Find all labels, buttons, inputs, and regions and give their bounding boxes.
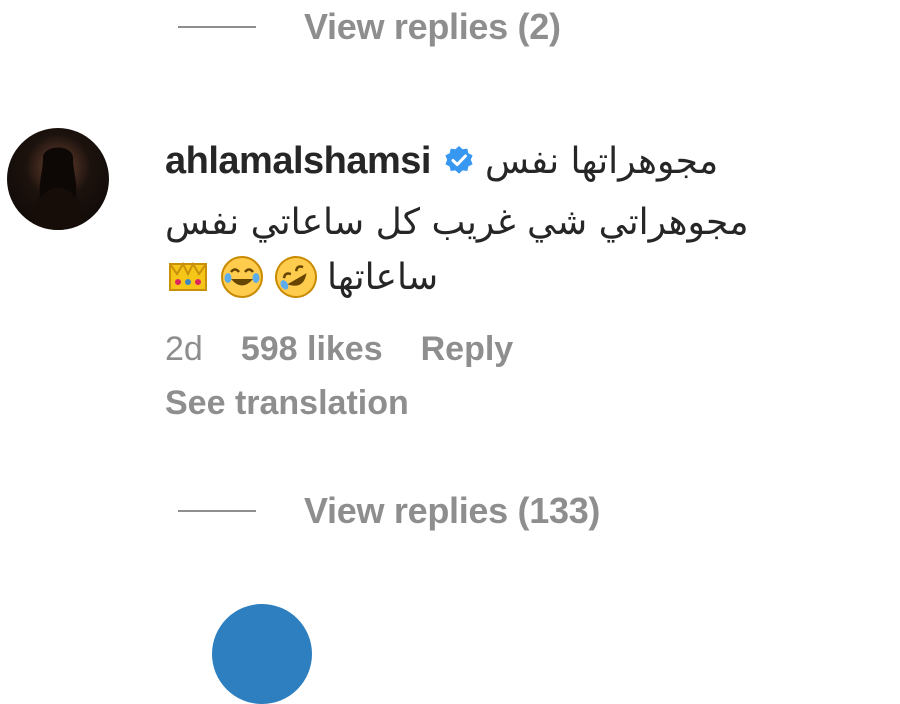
joy-emoji-icon (221, 256, 263, 298)
comment-likes[interactable]: 598 likes (241, 330, 383, 369)
view-replies-button[interactable]: View replies (133) (178, 490, 600, 532)
comment-time[interactable]: 2d (165, 330, 203, 369)
replies-divider-line (178, 510, 256, 512)
replies-divider-line (178, 26, 256, 28)
comment: ahlamalshamsi مجوهراتها نفس مجوهراتي شي … (165, 138, 865, 298)
avatar[interactable] (7, 128, 109, 230)
comment-text-line3: ساعاتها (327, 256, 439, 298)
reply-button[interactable]: Reply (421, 330, 514, 369)
comment-meta: 2d 598 likes Reply (165, 330, 551, 369)
crown-icon (169, 261, 207, 291)
view-replies-label: View replies (133) (304, 490, 601, 531)
verified-badge-icon (445, 146, 473, 174)
see-translation-button[interactable]: See translation (165, 384, 409, 423)
next-comment-avatar[interactable] (212, 604, 312, 704)
comment-username[interactable]: ahlamalshamsi (165, 140, 431, 183)
view-replies-button[interactable]: View replies (2) (178, 6, 561, 48)
view-replies-label: View replies (2) (304, 6, 561, 47)
comment-text-line2: مجوهراتي شي غريب كل ساعاتي نفس (165, 202, 749, 243)
rofl-emoji-icon (275, 256, 317, 298)
comment-text-line1: مجوهراتها نفس (484, 140, 719, 182)
